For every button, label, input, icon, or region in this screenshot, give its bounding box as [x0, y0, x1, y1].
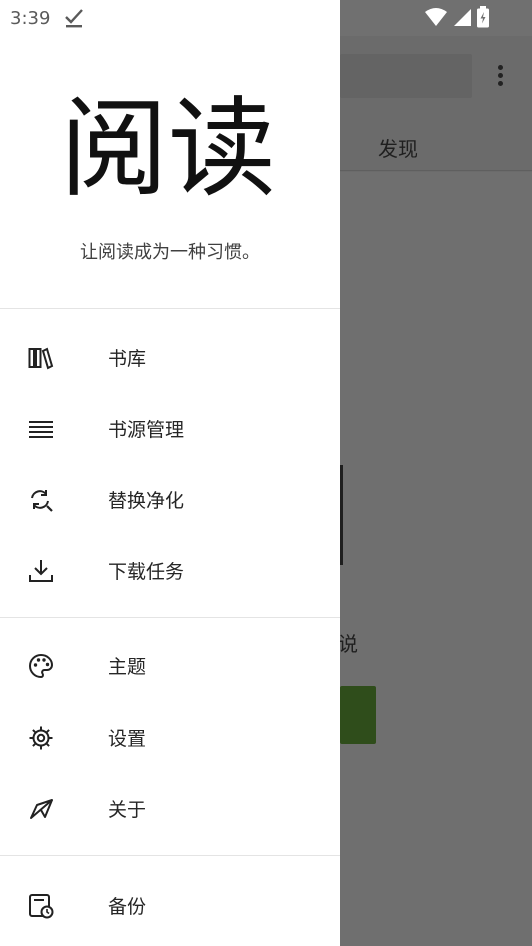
divider [0, 308, 340, 309]
replace-icon [31, 490, 53, 512]
svg-text:阅读: 阅读 [60, 87, 276, 204]
backup-icon [29, 894, 54, 919]
menu-item-label: 书源管理 [108, 419, 185, 441]
divider [0, 855, 340, 856]
menu-item-label: 主题 [108, 656, 147, 678]
menu-item-about[interactable]: 关于 [0, 773, 340, 843]
list-icon [29, 421, 53, 438]
wifi-icon [425, 8, 447, 26]
menu-item-label: 书库 [108, 348, 147, 370]
app-logo: 阅读 [60, 87, 276, 204]
divider [0, 617, 340, 618]
download-icon [29, 560, 53, 582]
menu-item-backup[interactable]: 备份 [0, 870, 340, 940]
menu-item-theme[interactable]: 主题 [0, 630, 340, 700]
status-bar: 3:39 [0, 0, 532, 36]
menu-item-label: 下载任务 [108, 561, 185, 583]
menu-item-book-source[interactable]: 书源管理 [0, 393, 340, 463]
navigation-drawer: 阅读 让阅读成为一种习惯。 书库 书源管理 替换净化 下载任务 主题 设置 关于… [0, 36, 340, 946]
menu-item-settings[interactable]: 设置 [0, 702, 340, 772]
menu-item-download[interactable]: 下载任务 [0, 535, 340, 605]
menu-item-label: 替换净化 [108, 490, 185, 512]
menu-item-label: 关于 [108, 799, 147, 821]
bookshelf-icon [28, 347, 54, 370]
status-time: 3:39 [10, 8, 51, 29]
menu-item-bookshelf[interactable]: 书库 [0, 322, 340, 392]
palette-icon [29, 653, 54, 679]
menu-item-label: 设置 [108, 728, 147, 750]
menu-item-replace[interactable]: 替换净化 [0, 464, 340, 534]
gear-icon [29, 726, 53, 750]
tab-discover: 发现 [378, 137, 418, 161]
download-done-icon [63, 6, 85, 35]
more-vert-icon [490, 62, 510, 92]
background-book-edge [340, 465, 343, 565]
background-divider [340, 170, 532, 171]
signal-icon [454, 9, 471, 26]
send-icon [30, 799, 53, 819]
background-partial-text: 说 [338, 632, 358, 656]
background-search-bar [340, 54, 472, 98]
battery-icon [477, 6, 489, 28]
background-green-button [340, 686, 376, 744]
app-slogan: 让阅读成为一种习惯。 [80, 242, 260, 263]
menu-item-label: 备份 [108, 896, 147, 918]
